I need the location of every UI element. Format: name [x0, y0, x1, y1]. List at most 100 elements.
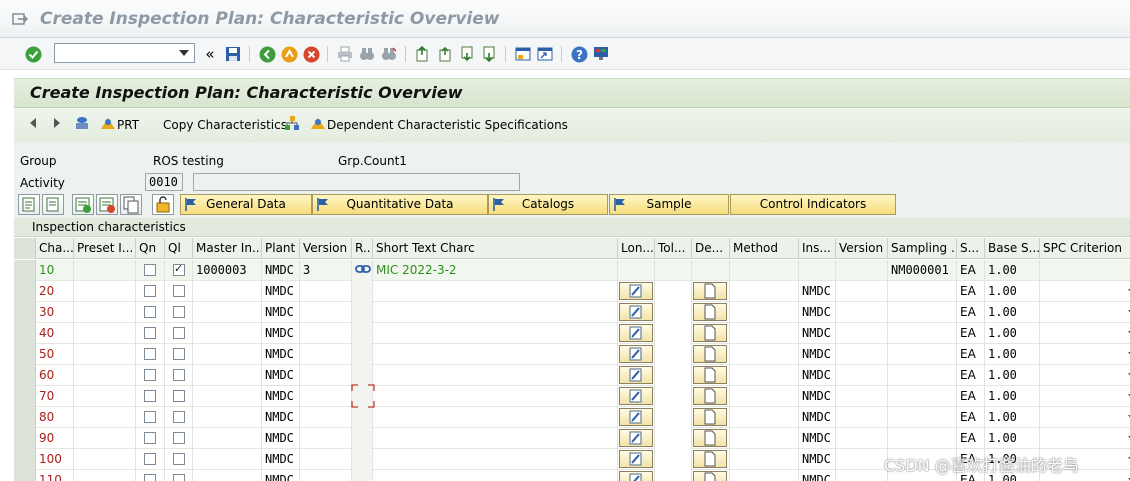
column-header-ql-col[interactable]: Ql [165, 238, 193, 259]
plant-cell[interactable]: NMDC [262, 386, 300, 407]
table-row[interactable]: 40 NMDC NMDC EA 1.00 [14, 323, 1130, 344]
link-icon[interactable] [355, 263, 371, 275]
base-sample-cell[interactable]: 1.00 [985, 260, 1040, 281]
characteristic-number[interactable]: 100 [36, 449, 74, 470]
short-text-cell[interactable] [373, 323, 618, 344]
sampling-procedure-cell[interactable]: NM000001 [888, 260, 957, 281]
next-page-icon[interactable] [458, 45, 476, 63]
characteristic-number[interactable]: 10 [36, 260, 74, 281]
plant-cell[interactable]: NMDC [262, 365, 300, 386]
ql-checkbox[interactable] [173, 453, 185, 465]
activity-field[interactable]: 0010 [145, 173, 183, 191]
unit-cell[interactable]: EA [957, 428, 985, 449]
method-cell[interactable] [730, 407, 799, 428]
preset-indicator-cell[interactable] [74, 302, 136, 323]
insp-method-cell[interactable]: NMDC [799, 323, 836, 344]
plant-cell[interactable]: NMDC [262, 281, 300, 302]
exit-nav-icon[interactable] [280, 45, 298, 63]
column-header-tolerance-col[interactable]: Tol... [655, 238, 692, 259]
shortcut-icon[interactable] [536, 45, 554, 63]
long-text-edit-icon[interactable] [619, 324, 653, 342]
qn-checkbox[interactable] [144, 453, 156, 465]
column-header-description-col[interactable]: De... [692, 238, 730, 259]
characteristic-number[interactable]: 60 [36, 365, 74, 386]
long-text-edit-icon[interactable] [619, 303, 653, 321]
cancel-icon[interactable] [302, 45, 320, 63]
copy-characteristics-button[interactable]: Copy Characteristics [163, 118, 287, 132]
row-selector[interactable] [14, 386, 36, 407]
version-cell[interactable]: 3 [300, 260, 352, 281]
method-version-cell[interactable] [836, 344, 888, 365]
qn-checkbox[interactable] [144, 369, 156, 381]
column-header-ref-col[interactable]: R.. [352, 238, 373, 259]
previous-arrow-icon[interactable] [30, 118, 36, 128]
master-insp-char-cell[interactable] [193, 323, 262, 344]
method-version-cell[interactable] [836, 428, 888, 449]
long-text-edit-icon[interactable] [619, 450, 653, 468]
collapse-icon[interactable]: « [201, 45, 219, 63]
master-insp-char-cell[interactable] [193, 386, 262, 407]
plant-cell[interactable]: NMDC [262, 470, 300, 481]
prt-button[interactable]: PRT [117, 118, 139, 132]
table-row[interactable]: 10 1000003NMDC3 MIC 2022-3-2 NM000001EA1.00 [14, 260, 1130, 281]
insp-method-cell[interactable]: NMDC [799, 470, 836, 481]
ql-checkbox[interactable] [173, 348, 185, 360]
method-cell[interactable] [730, 344, 799, 365]
document-icon[interactable] [693, 366, 727, 384]
tolerance-cell[interactable] [655, 365, 692, 386]
spc-criterion-cell[interactable] [1040, 281, 1130, 302]
document-icon[interactable] [693, 471, 727, 481]
plant-cell[interactable]: NMDC [262, 344, 300, 365]
qn-checkbox[interactable] [144, 390, 156, 402]
long-text-edit-icon[interactable] [619, 366, 653, 384]
master-insp-char-cell[interactable] [193, 428, 262, 449]
tolerance-cell[interactable] [655, 449, 692, 470]
unit-cell[interactable]: EA [957, 365, 985, 386]
copy-row-icon[interactable] [120, 194, 142, 215]
version-cell[interactable] [300, 470, 352, 481]
spc-criterion-cell[interactable] [1040, 386, 1130, 407]
base-sample-cell[interactable]: 1.00 [985, 365, 1040, 386]
document-icon[interactable] [693, 282, 727, 300]
characteristic-number[interactable]: 40 [36, 323, 74, 344]
version-cell[interactable] [300, 407, 352, 428]
row-selector[interactable] [14, 470, 36, 481]
insert-row-icon[interactable] [72, 194, 94, 215]
preset-indicator-cell[interactable] [74, 323, 136, 344]
short-text-cell[interactable]: MIC 2022-3-2 [373, 260, 618, 281]
method-cell[interactable] [730, 449, 799, 470]
select-all-icon[interactable] [18, 194, 40, 215]
tolerance-cell[interactable] [655, 470, 692, 481]
last-page-icon[interactable] [480, 45, 498, 63]
table-row[interactable]: 90 NMDC NMDC EA 1.00 [14, 428, 1130, 449]
document-icon[interactable] [693, 408, 727, 426]
column-header-char-col[interactable]: Cha... [36, 238, 74, 259]
plant-cell[interactable]: NMDC [262, 449, 300, 470]
sampling-procedure-cell[interactable] [888, 323, 957, 344]
ql-checkbox[interactable] [173, 432, 185, 444]
tab-control-indicators[interactable]: Control Indicators [730, 194, 896, 215]
unit-cell[interactable]: EA [957, 302, 985, 323]
first-page-icon[interactable] [413, 45, 431, 63]
short-text-cell[interactable] [373, 281, 618, 302]
plant-cell[interactable]: NMDC [262, 260, 300, 281]
qn-checkbox[interactable] [144, 411, 156, 423]
characteristic-number[interactable]: 20 [36, 281, 74, 302]
dependent-specifications-button[interactable]: Dependent Characteristic Specifications [327, 118, 568, 132]
activity-text-field[interactable] [193, 173, 520, 191]
method-version-cell[interactable] [836, 260, 888, 281]
base-sample-cell[interactable]: 1.00 [985, 407, 1040, 428]
ql-checkbox[interactable] [173, 474, 185, 481]
ql-checkbox[interactable] [173, 411, 185, 423]
document-icon[interactable] [693, 303, 727, 321]
method-version-cell[interactable] [836, 302, 888, 323]
short-text-cell[interactable] [373, 302, 618, 323]
sampling-procedure-cell[interactable] [888, 281, 957, 302]
method-cell[interactable] [730, 260, 799, 281]
previous-page-icon[interactable] [436, 45, 454, 63]
row-selector[interactable] [14, 281, 36, 302]
insp-method-cell[interactable]: NMDC [799, 302, 836, 323]
row-selector[interactable] [14, 302, 36, 323]
ql-checkbox[interactable] [173, 390, 185, 402]
column-header-long-text-col[interactable]: Lon... [618, 238, 655, 259]
